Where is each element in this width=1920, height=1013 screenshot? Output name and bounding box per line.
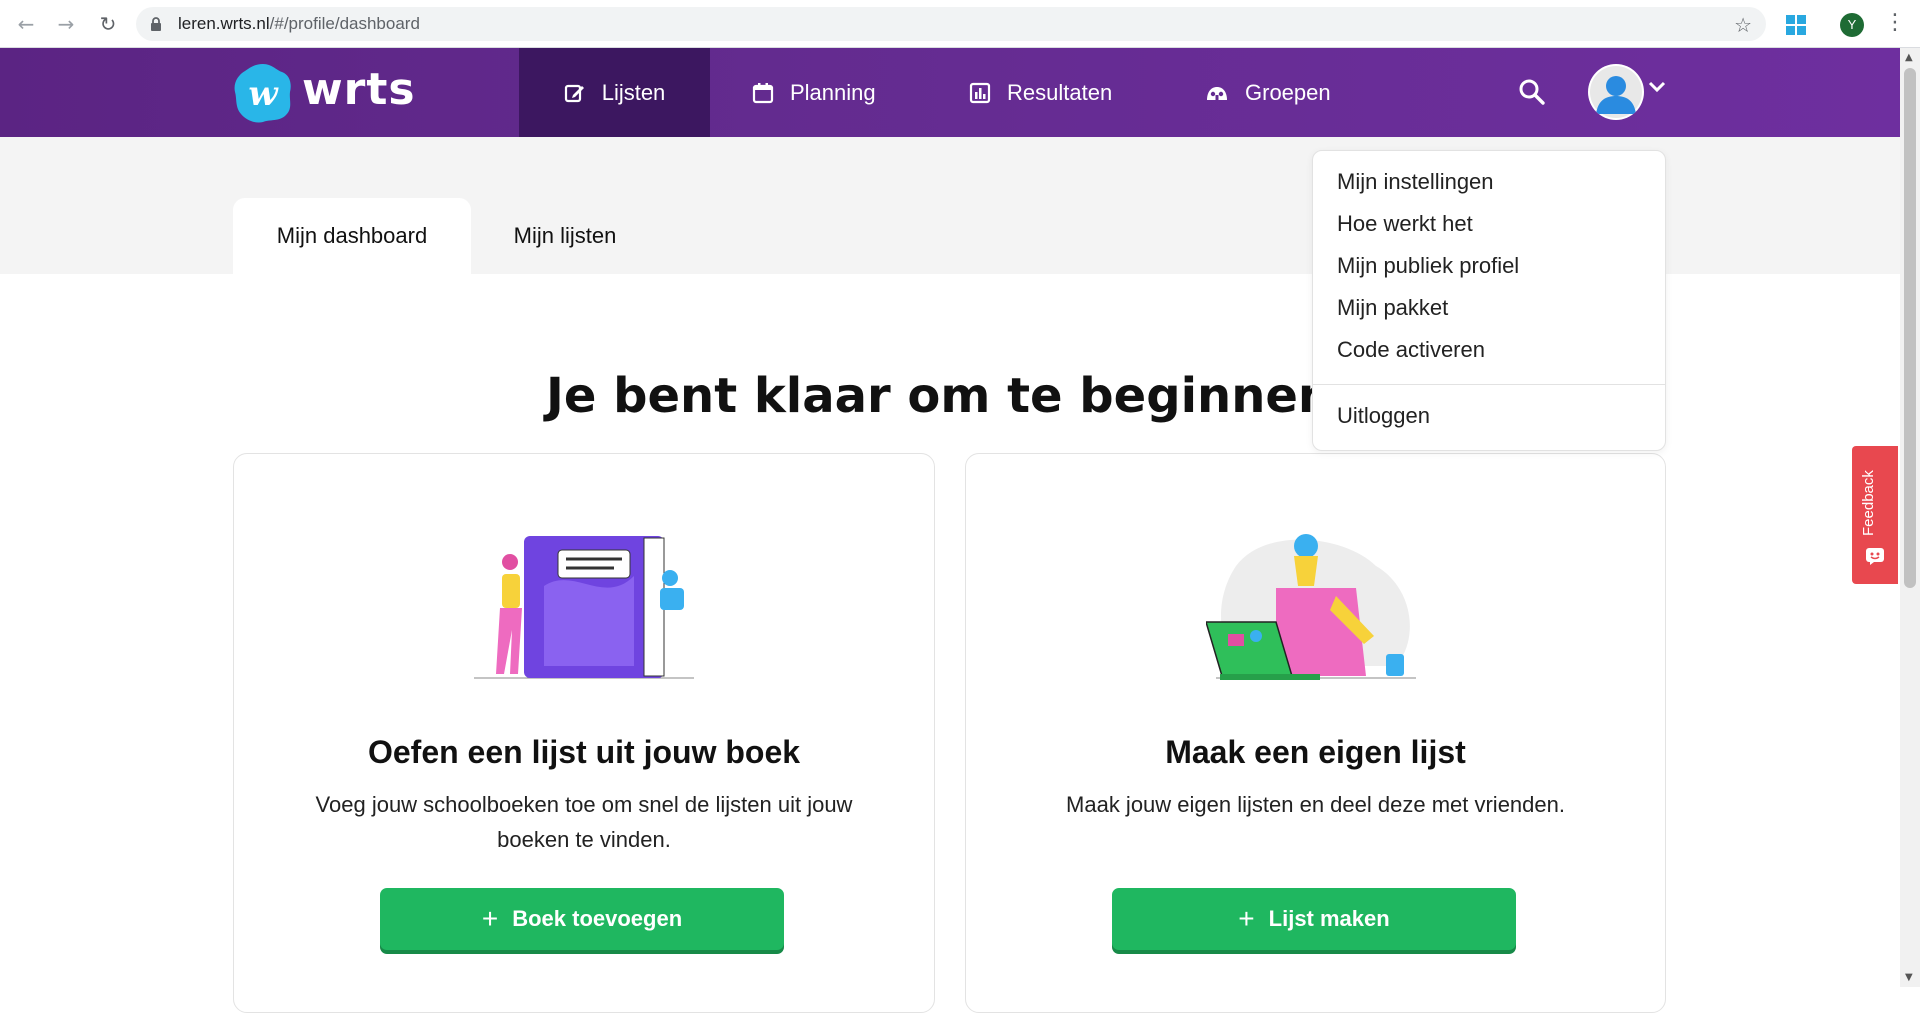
feedback-button[interactable]: Feedback — [1852, 446, 1898, 584]
reload-icon[interactable]: ↻ — [96, 12, 120, 36]
user-avatar[interactable] — [1588, 64, 1644, 120]
nav-lijsten[interactable]: Lijsten — [519, 48, 710, 137]
browser-toolbar: ← → ↻ leren.wrts.nl/#/profile/dashboard … — [0, 0, 1920, 48]
group-icon — [1207, 86, 1227, 100]
nav-planning[interactable]: Planning — [752, 48, 876, 137]
back-icon[interactable]: ← — [14, 12, 38, 36]
feedback-label: Feedback — [1860, 470, 1877, 536]
plus-icon: + — [481, 903, 499, 934]
scroll-up-icon[interactable]: ▲ — [1905, 52, 1913, 63]
plus-icon: + — [1238, 903, 1255, 934]
tab-mijn-dashboard[interactable]: Mijn dashboard — [233, 198, 471, 274]
menu-item-mijn-instellingen[interactable]: Mijn instellingen — [1337, 169, 1494, 195]
make-list-button[interactable]: + Lijst maken — [1112, 888, 1516, 950]
card-title: Maak een eigen lijst — [1165, 734, 1466, 770]
card-book: Oefen een lijst uit jouw boek Voeg jouw … — [233, 453, 935, 1013]
book-illustration — [474, 536, 694, 679]
card-description: Voeg jouw schoolboeken toe om snel de li… — [315, 792, 853, 852]
lock-icon — [151, 17, 161, 31]
calendar-icon — [752, 82, 774, 103]
chevron-down-icon[interactable] — [1648, 80, 1666, 94]
feedback-chat-icon — [1866, 548, 1884, 565]
card-title: Oefen een lijst uit jouw boek — [367, 734, 801, 770]
menu-item-hoe-werkt-het[interactable]: Hoe werkt het — [1337, 211, 1473, 237]
nav-label: Lijsten — [601, 79, 666, 105]
svg-text:w: w — [248, 74, 279, 114]
logo-wordmark: wrts — [302, 64, 416, 115]
menu-item-mijn-pakket[interactable]: Mijn pakket — [1337, 295, 1448, 321]
button-label: Lijst maken — [1268, 906, 1390, 931]
edit-icon — [564, 84, 584, 102]
menu-item-code-activeren[interactable]: Code activeren — [1337, 337, 1485, 363]
menu-divider — [1313, 384, 1665, 385]
url-text: leren.wrts.nl/#/profile/dashboard — [178, 14, 420, 33]
page-scrollbar[interactable]: ▲ ▼ — [1900, 48, 1920, 987]
nav-label: Resultaten — [1007, 79, 1113, 105]
site-header: w wrts Lijsten Planning Resultaten Groep — [0, 48, 1900, 137]
chart-icon — [969, 82, 991, 103]
tab-label: Mijn dashboard — [276, 223, 428, 248]
tab-mijn-lijsten[interactable]: Mijn lijsten — [480, 198, 650, 274]
nav-label: Planning — [790, 79, 876, 105]
card-own-list: Maak een eigen lijst Maak jouw eigen lij… — [965, 453, 1666, 1013]
browser-profile-avatar[interactable]: Y — [1840, 13, 1864, 37]
profile-dropdown-menu: Mijn instellingen Hoe werkt het Mijn pub… — [1312, 150, 1666, 451]
nav-resultaten[interactable]: Resultaten — [969, 48, 1112, 137]
add-book-button[interactable]: + Boek toevoegen — [380, 888, 784, 950]
scroll-down-icon[interactable]: ▼ — [1905, 972, 1913, 983]
windows-extension-icon[interactable] — [1786, 15, 1806, 35]
address-bar[interactable]: leren.wrts.nl/#/profile/dashboard ☆ — [136, 7, 1766, 41]
nav-label: Groepen — [1245, 79, 1331, 105]
menu-item-uitloggen[interactable]: Uitloggen — [1337, 403, 1430, 429]
bookmark-star-icon[interactable]: ☆ — [1734, 13, 1752, 37]
nav-groepen[interactable]: Groepen — [1205, 48, 1331, 137]
button-label: Boek toevoegen — [512, 906, 683, 931]
tab-label: Mijn lijsten — [513, 223, 617, 248]
user-icon — [1590, 66, 1642, 118]
browser-menu-icon[interactable]: ⋮ — [1884, 10, 1906, 35]
laptop-illustration — [1205, 534, 1416, 680]
scrollbar-thumb[interactable] — [1904, 68, 1916, 588]
forward-icon[interactable]: → — [54, 12, 78, 36]
search-icon[interactable] — [1518, 78, 1546, 106]
wrts-logo-icon: w — [234, 64, 291, 123]
card-description: Maak jouw eigen lijsten en deel deze met… — [1066, 792, 1565, 817]
menu-item-mijn-publiek-profiel[interactable]: Mijn publiek profiel — [1337, 253, 1519, 279]
